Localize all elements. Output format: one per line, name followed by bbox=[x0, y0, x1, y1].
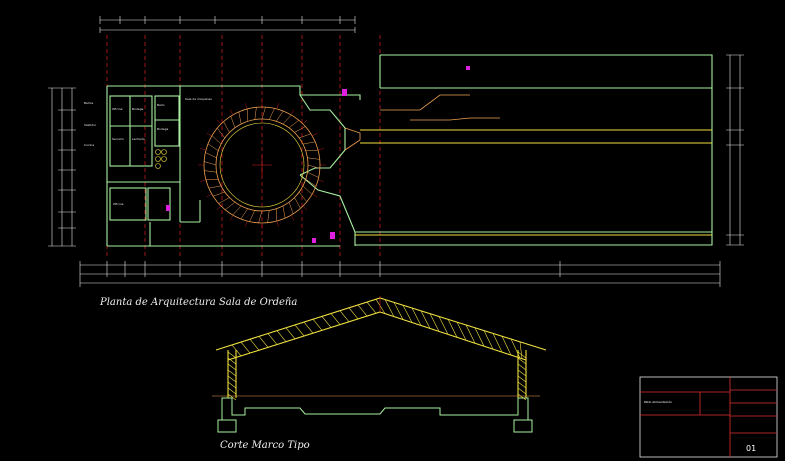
section-title: Corte Marco Tipo bbox=[220, 440, 310, 451]
room-label: Baños bbox=[84, 101, 94, 105]
room-label: Baño bbox=[157, 103, 165, 107]
room-label: Cocina bbox=[84, 143, 94, 147]
room-label: Bodega bbox=[157, 127, 169, 131]
room-label: Oficina bbox=[113, 202, 124, 206]
room-label: Servicio bbox=[112, 137, 124, 141]
room-label: Sala de maquinas bbox=[185, 97, 212, 101]
left-dimension-lines bbox=[48, 87, 76, 247]
sheet-number: 01 bbox=[746, 444, 756, 453]
bottom-dimension-lines bbox=[79, 261, 721, 287]
plan-title: Planta de Arquitectura Sala de Ordeña bbox=[99, 297, 297, 308]
room-label: Vestidor bbox=[84, 123, 97, 127]
title-block-project: Patio Alimentación bbox=[644, 400, 672, 404]
room-label: Oficina bbox=[112, 107, 123, 111]
room-label: Lechería bbox=[132, 137, 145, 141]
room-label: Bodega bbox=[132, 107, 144, 111]
cad-drawing-canvas: Oficina Bodega Servicio Lechería Baño Bo… bbox=[0, 0, 785, 461]
